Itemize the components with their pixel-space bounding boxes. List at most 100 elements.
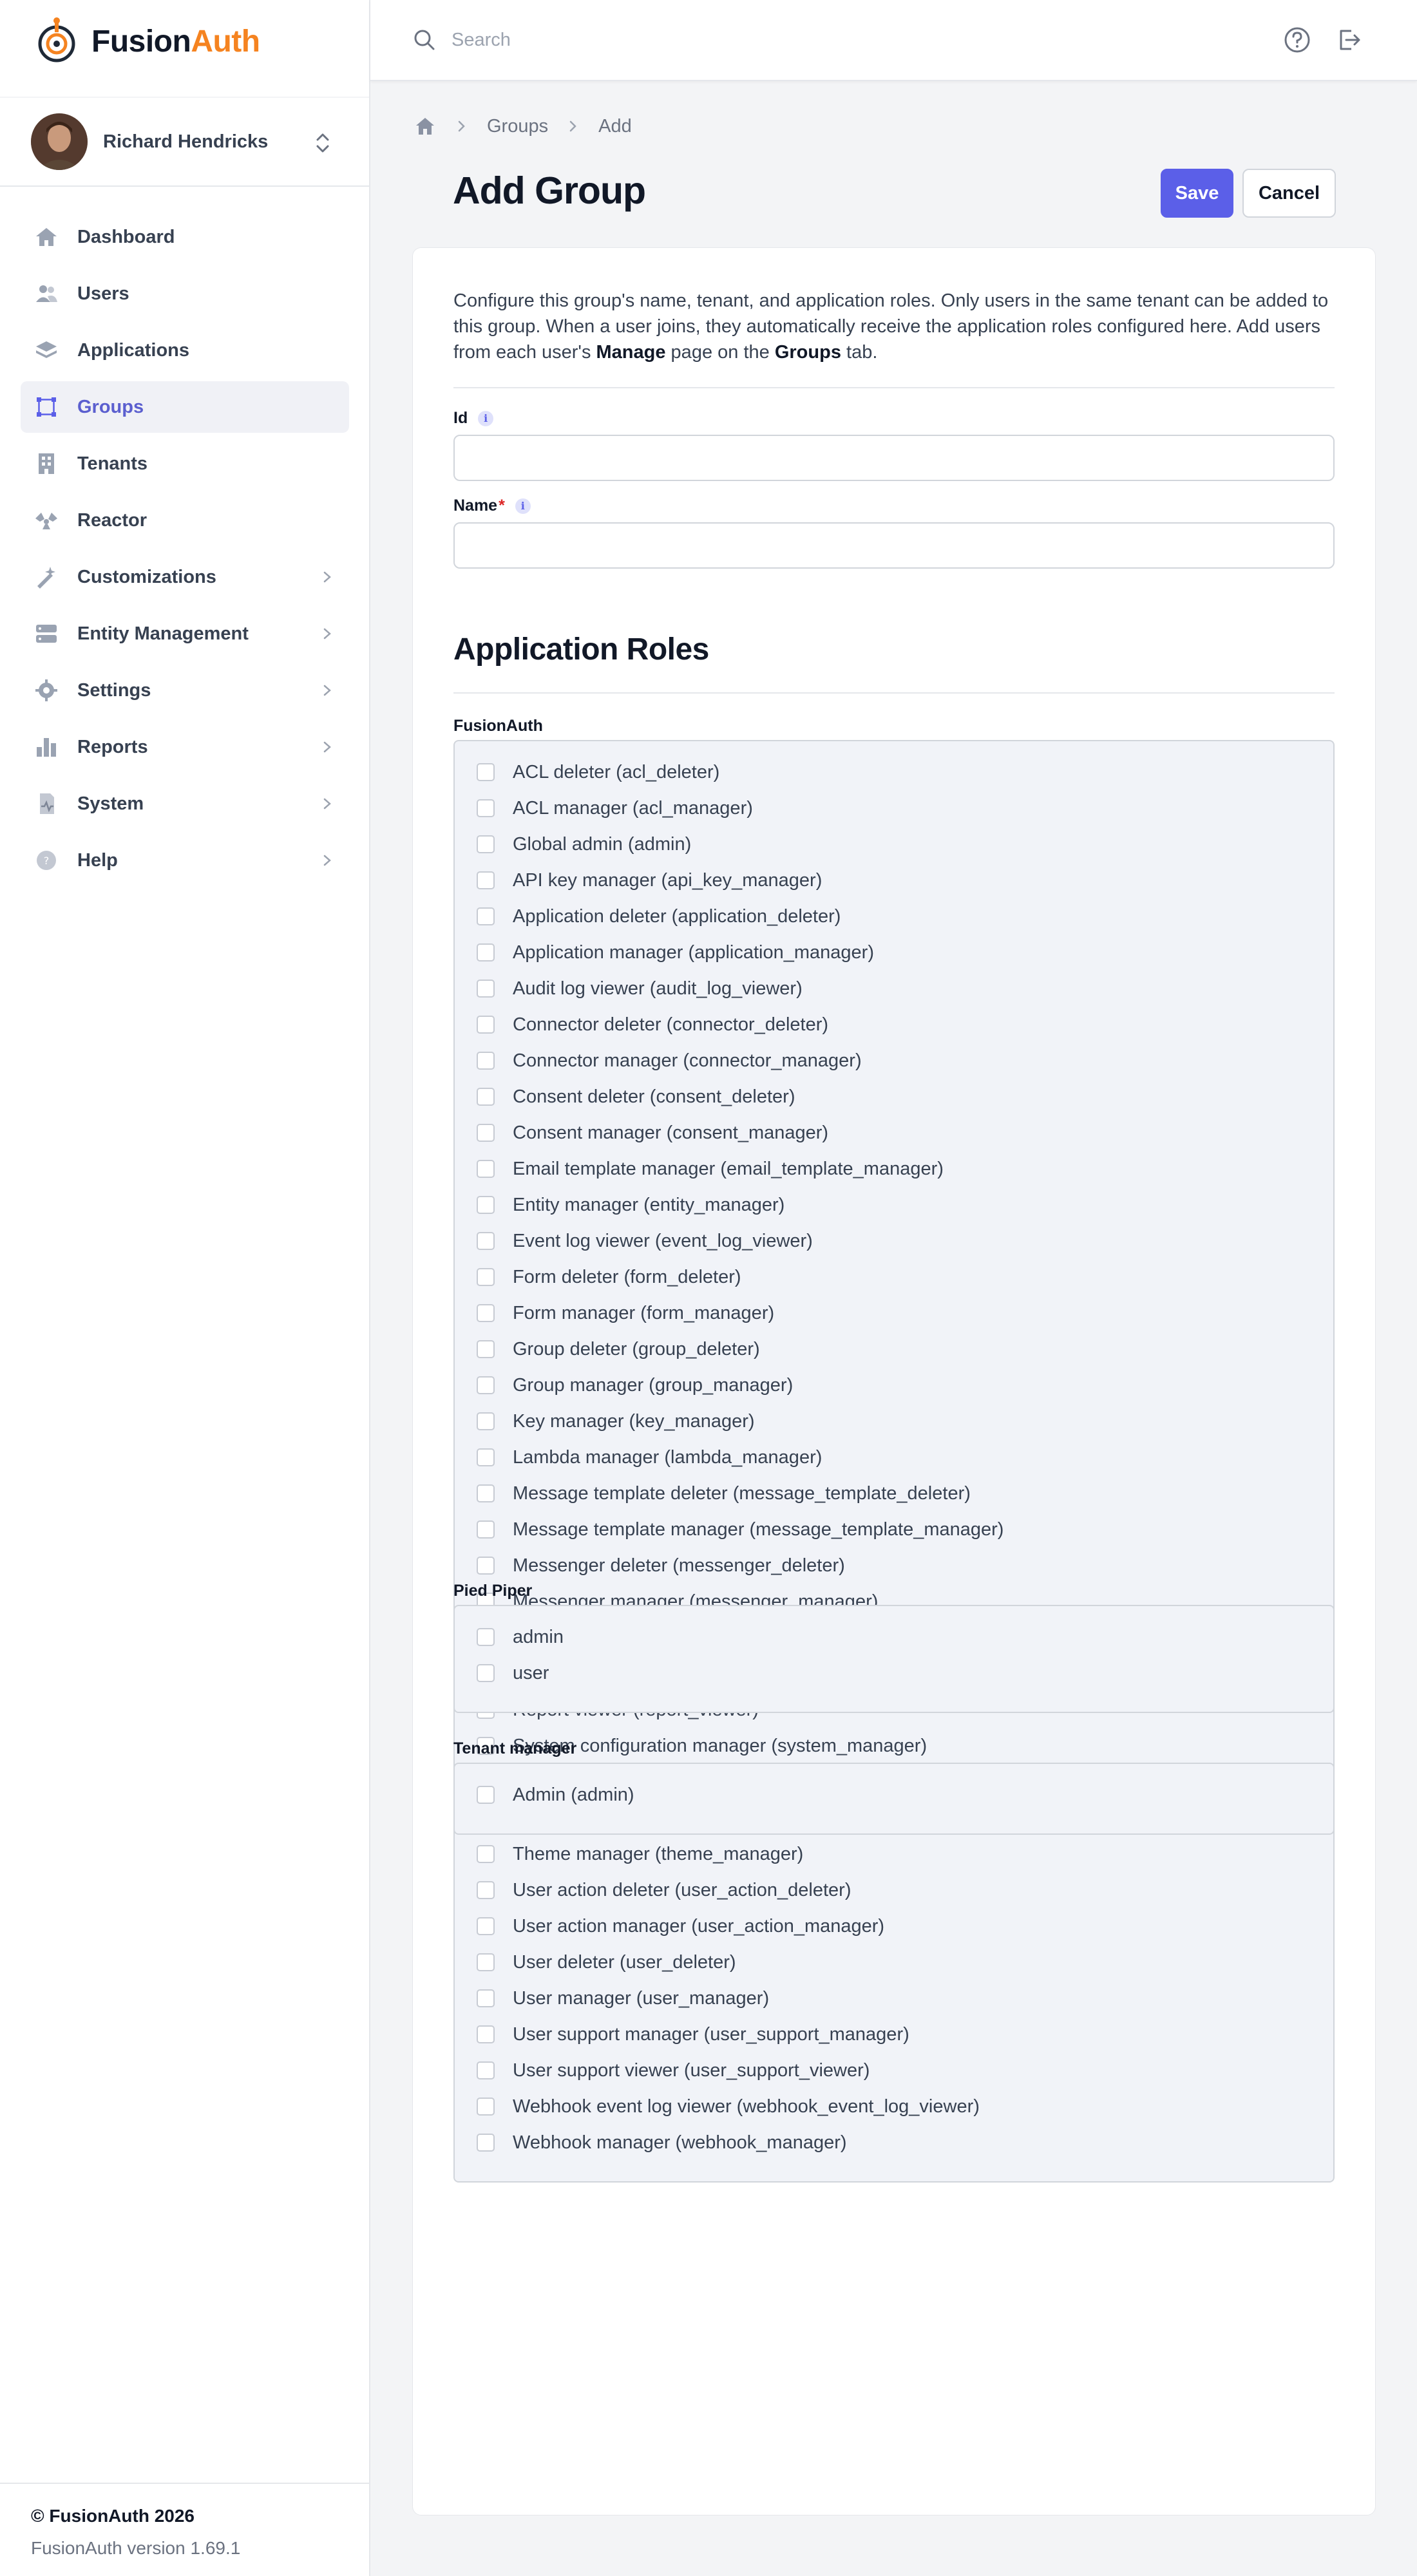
role-checkbox[interactable] — [477, 2134, 495, 2152]
role-checkbox[interactable] — [477, 1196, 495, 1214]
role-option[interactable]: Entity manager (entity_manager) — [477, 1192, 785, 1218]
role-checkbox[interactable] — [477, 1881, 495, 1899]
role-checkbox[interactable] — [477, 1412, 495, 1430]
role-checkbox[interactable] — [477, 1124, 495, 1142]
role-checkbox[interactable] — [477, 1016, 495, 1034]
sidebar-item-entity-management[interactable]: Entity Management — [21, 608, 349, 659]
role-checkbox[interactable] — [477, 835, 495, 853]
sidebar-item-system[interactable]: System — [21, 778, 349, 829]
role-checkbox[interactable] — [477, 1664, 495, 1682]
role-option[interactable]: Consent manager (consent_manager) — [477, 1120, 828, 1146]
role-checkbox[interactable] — [477, 943, 495, 961]
sidebar-item-reactor[interactable]: Reactor — [21, 495, 349, 546]
role-option[interactable]: Form deleter (form_deleter) — [477, 1264, 741, 1290]
id-input[interactable] — [453, 435, 1335, 481]
info-icon[interactable]: i — [478, 410, 494, 426]
role-checkbox[interactable] — [477, 1376, 495, 1394]
chevron-up-down-icon[interactable] — [314, 130, 332, 156]
save-button[interactable]: Save — [1161, 169, 1233, 218]
role-option[interactable]: Key manager (key_manager) — [477, 1408, 755, 1434]
role-option[interactable]: admin — [477, 1624, 564, 1650]
role-option[interactable]: Message template deleter (message_templa… — [477, 1481, 971, 1506]
role-option[interactable]: Form manager (form_manager) — [477, 1300, 774, 1326]
role-checkbox[interactable] — [477, 1953, 495, 1971]
role-option[interactable]: Group deleter (group_deleter) — [477, 1336, 760, 1362]
role-checkbox[interactable] — [477, 1786, 495, 1804]
role-option[interactable]: user — [477, 1660, 549, 1686]
role-checkbox[interactable] — [477, 1520, 495, 1539]
sidebar-item-customizations[interactable]: Customizations — [21, 551, 349, 603]
role-checkbox[interactable] — [477, 1917, 495, 1935]
role-checkbox[interactable] — [477, 1160, 495, 1178]
cancel-button[interactable]: Cancel — [1242, 169, 1336, 218]
sidebar-item-users[interactable]: Users — [21, 268, 349, 319]
sidebar-item-reports[interactable]: Reports — [21, 721, 349, 773]
chevron-right-icon — [323, 571, 331, 583]
role-option[interactable]: Message template manager (message_templa… — [477, 1517, 1003, 1542]
role-checkbox[interactable] — [477, 980, 495, 998]
role-option[interactable]: Application manager (application_manager… — [477, 940, 874, 965]
role-option[interactable]: Group manager (group_manager) — [477, 1372, 793, 1398]
role-checkbox[interactable] — [477, 1448, 495, 1466]
role-option[interactable]: Theme manager (theme_manager) — [477, 1841, 803, 1867]
home-icon[interactable] — [414, 115, 437, 138]
sidebar-item-groups[interactable]: Groups — [21, 381, 349, 433]
role-checkbox[interactable] — [477, 1628, 495, 1646]
role-option[interactable]: User manager (user_manager) — [477, 1985, 769, 2011]
role-option[interactable]: Connector deleter (connector_deleter) — [477, 1012, 828, 1037]
role-checkbox[interactable] — [477, 1052, 495, 1070]
role-option[interactable]: Admin (admin) — [477, 1782, 634, 1808]
breadcrumb-groups-link[interactable]: Groups — [487, 116, 548, 137]
role-checkbox[interactable] — [477, 2061, 495, 2079]
sidebar-item-settings[interactable]: Settings — [21, 665, 349, 716]
role-label: User support manager (user_support_manag… — [513, 2023, 909, 2045]
role-checkbox[interactable] — [477, 2025, 495, 2043]
fusionauth-logo[interactable]: FusionAuth — [32, 17, 260, 66]
role-option[interactable]: User support manager (user_support_manag… — [477, 2022, 909, 2047]
role-checkbox[interactable] — [477, 1088, 495, 1106]
role-checkbox[interactable] — [477, 1989, 495, 2007]
role-checkbox[interactable] — [477, 1484, 495, 1502]
role-option[interactable]: Webhook event log viewer (webhook_event_… — [477, 2094, 980, 2119]
role-group-label-pied-piper: Pied Piper — [453, 1582, 533, 1600]
role-option[interactable]: ACL manager (acl_manager) — [477, 795, 753, 821]
role-checkbox[interactable] — [477, 907, 495, 925]
name-input[interactable] — [453, 522, 1335, 569]
role-checkbox[interactable] — [477, 1340, 495, 1358]
sidebar-item-help[interactable]: ? Help — [21, 835, 349, 886]
role-checkbox[interactable] — [477, 1845, 495, 1863]
sidebar-item-applications[interactable]: Applications — [21, 325, 349, 376]
info-icon[interactable]: i — [515, 498, 531, 514]
role-option[interactable]: User support viewer (user_support_viewer… — [477, 2058, 870, 2083]
role-checkbox[interactable] — [477, 1304, 495, 1322]
sidebar-item-dashboard[interactable]: Dashboard — [21, 211, 349, 263]
role-option[interactable]: Lambda manager (lambda_manager) — [477, 1444, 822, 1470]
role-option[interactable]: Messenger deleter (messenger_deleter) — [477, 1553, 845, 1578]
logout-icon[interactable] — [1335, 26, 1363, 54]
user-menu[interactable]: Richard Hendricks — [0, 97, 369, 187]
role-option[interactable]: User action deleter (user_action_deleter… — [477, 1877, 851, 1903]
role-option[interactable]: Audit log viewer (audit_log_viewer) — [477, 976, 803, 1001]
role-checkbox[interactable] — [477, 871, 495, 889]
role-option[interactable]: User deleter (user_deleter) — [477, 1949, 736, 1975]
role-option[interactable]: API key manager (api_key_manager) — [477, 867, 822, 893]
sidebar-item-tenants[interactable]: Tenants — [21, 438, 349, 489]
role-option[interactable]: Email template manager (email_template_m… — [477, 1156, 944, 1182]
role-option[interactable]: User action manager (user_action_manager… — [477, 1913, 884, 1939]
search-input[interactable] — [452, 24, 1031, 55]
role-option[interactable]: Global admin (admin) — [477, 831, 691, 857]
role-checkbox[interactable] — [477, 763, 495, 781]
chevron-right-icon — [456, 118, 468, 134]
role-option[interactable]: Event log viewer (event_log_viewer) — [477, 1228, 813, 1254]
role-option[interactable]: Webhook manager (webhook_manager) — [477, 2130, 847, 2155]
role-checkbox[interactable] — [477, 2098, 495, 2116]
role-option[interactable]: Application deleter (application_deleter… — [477, 904, 841, 929]
help-icon[interactable] — [1283, 26, 1311, 54]
role-option[interactable]: Consent deleter (consent_deleter) — [477, 1084, 795, 1110]
role-option[interactable]: Connector manager (connector_manager) — [477, 1048, 862, 1074]
role-checkbox[interactable] — [477, 1557, 495, 1575]
role-checkbox[interactable] — [477, 1268, 495, 1286]
role-checkbox[interactable] — [477, 1232, 495, 1250]
role-option[interactable]: ACL deleter (acl_deleter) — [477, 759, 719, 785]
role-checkbox[interactable] — [477, 799, 495, 817]
